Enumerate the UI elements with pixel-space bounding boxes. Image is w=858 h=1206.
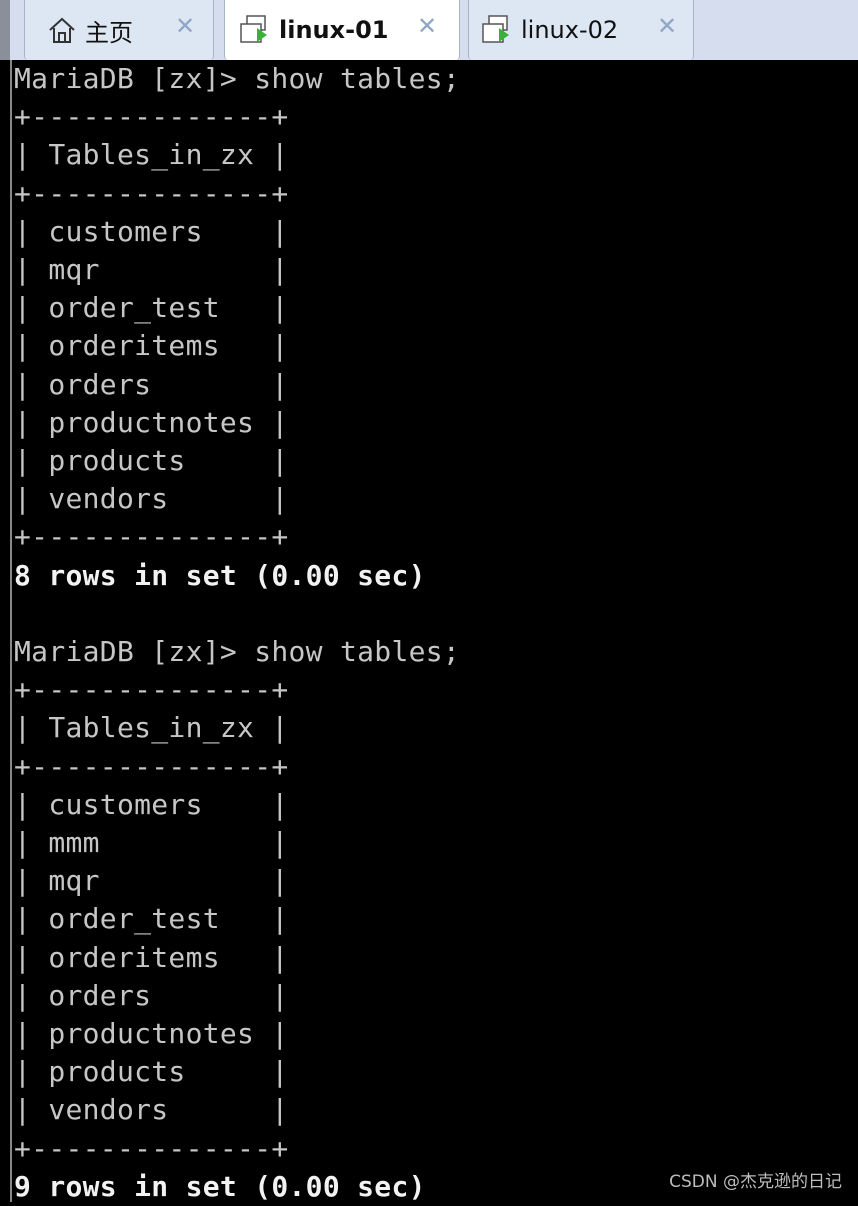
terminal-line: | productnotes | (14, 1017, 289, 1050)
terminal-line: | mqr | (14, 864, 289, 898)
terminal-line: | orders | (14, 367, 289, 401)
terminal-line: +--------------+ (14, 520, 289, 554)
vm-icon (481, 14, 513, 46)
terminal-line: | Tables_in_zx | (14, 711, 289, 745)
tab-label: linux-02 (521, 16, 619, 44)
terminal-line: | orders | (14, 978, 289, 1012)
terminal-line: | order_test | (14, 291, 289, 325)
terminal-line: 8 rows in set (0.00 sec) (14, 558, 426, 592)
terminal-line: +--------------+ (14, 100, 289, 134)
terminal-line: | Tables_in_zx | (14, 138, 289, 172)
terminal-line: | customers | (14, 787, 289, 821)
tab-label: linux-01 (279, 16, 389, 44)
terminal-line: MariaDB [zx]> show tables; (14, 62, 461, 95)
close-icon[interactable]: ✕ (175, 12, 195, 40)
terminal-output[interactable]: MariaDB [zx]> show tables; +-------------… (10, 60, 858, 1203)
terminal-line: | mqr | (14, 253, 289, 286)
terminal-line: 9 rows in set (0.00 sec) (14, 1169, 426, 1203)
close-icon[interactable]: ✕ (417, 12, 437, 40)
terminal-line: MariaDB [zx]> show tables; (14, 635, 461, 668)
terminal-line: +--------------+ (14, 176, 289, 210)
watermark: CSDN @杰克逊的日记 (669, 1172, 842, 1192)
vm-icon (239, 14, 271, 46)
tab-linux-01[interactable]: linux-01 ✕ (224, 0, 460, 60)
tab-bar: 主页 ✕ linux-01 ✕ linux-02 ✕ (0, 0, 858, 60)
terminal-line: | productnotes | (14, 405, 289, 439)
terminal-line: | vendors | (14, 482, 289, 516)
terminal-line: | vendors | (14, 1093, 289, 1127)
home-icon (47, 15, 77, 45)
terminal-line: | orderitems | (14, 329, 289, 363)
terminal-line: | customers | (14, 214, 289, 248)
terminal-line: | mmm | (14, 826, 289, 859)
tab-home[interactable]: 主页 ✕ (24, 0, 214, 60)
close-icon[interactable]: ✕ (657, 12, 677, 40)
tab-label: 主页 (85, 18, 133, 47)
terminal-line: +--------------+ (14, 673, 289, 707)
terminal-line: | orderitems | (14, 940, 289, 974)
terminal-line: +--------------+ (14, 749, 289, 783)
terminal-line: | products | (14, 444, 289, 477)
terminal-line: +--------------+ (14, 1131, 289, 1165)
terminal-line: | order_test | (14, 902, 289, 936)
tab-linux-02[interactable]: linux-02 ✕ (468, 0, 694, 60)
terminal-line: | products | (14, 1055, 289, 1089)
